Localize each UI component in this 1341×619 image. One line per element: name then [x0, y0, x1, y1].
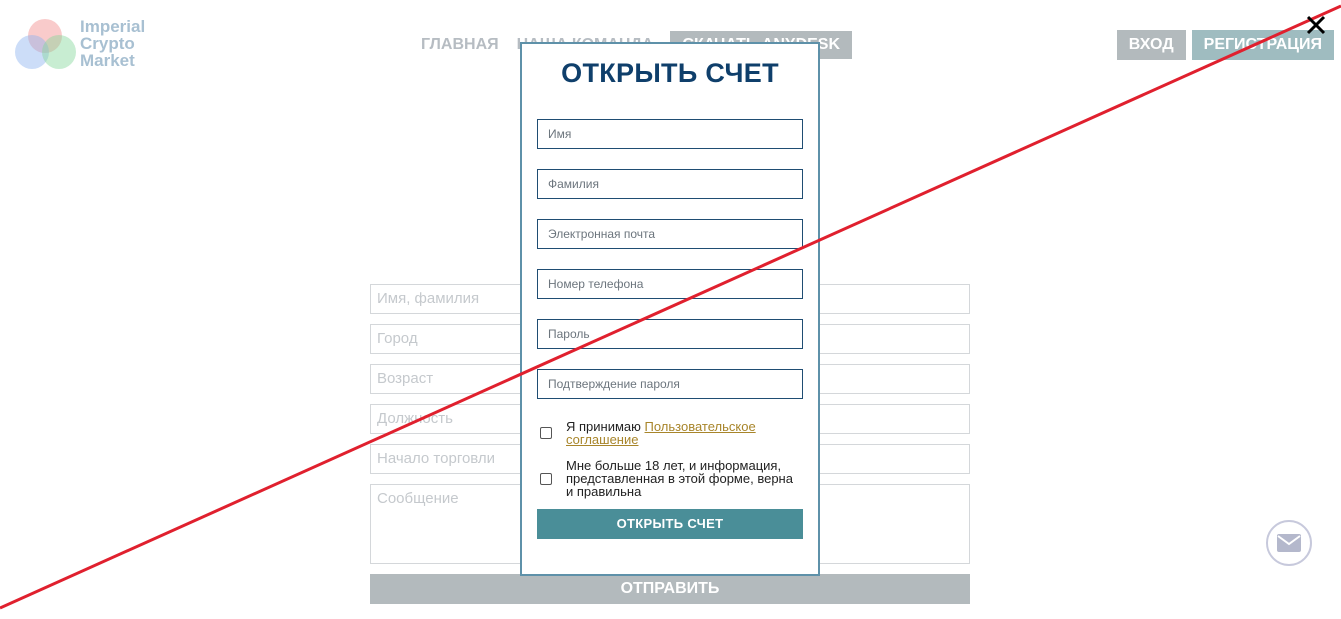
- contact-submit-button[interactable]: ОТПРАВИТЬ: [370, 574, 970, 604]
- modal-title: ОТКРЫТЬ СЧЕТ: [561, 58, 779, 88]
- page: Imperial Crypto Market ГЛАВНАЯ НАША КОМА…: [0, 0, 1341, 619]
- phone-input[interactable]: Номер телефона: [537, 269, 803, 299]
- close-icon: [1306, 15, 1326, 35]
- auth-buttons: ВХОД РЕГИСТРАЦИЯ: [1116, 30, 1334, 60]
- mail-icon: [1277, 534, 1301, 552]
- email-input[interactable]: Электронная почта: [537, 219, 803, 249]
- logo-circles-icon: [14, 18, 78, 72]
- open-account-modal: ОТКРЫТЬ СЧЕТ Имя Фамилия Электронная поч…: [520, 42, 820, 576]
- logo-text: Imperial Crypto Market: [80, 18, 145, 69]
- agreement-text: Я принимаю Пользовательское соглашение: [566, 420, 800, 446]
- mail-button[interactable]: [1266, 520, 1312, 566]
- logo-line-3: Market: [80, 51, 135, 70]
- first-name-input[interactable]: Имя: [537, 119, 803, 149]
- logo-line-2: Crypto: [80, 34, 135, 53]
- password-confirm-input[interactable]: Подтверждение пароля: [537, 369, 803, 399]
- age-confirm-row: Мне больше 18 лет, и информация, предста…: [540, 459, 800, 498]
- open-account-button[interactable]: ОТКРЫТЬ СЧЕТ: [537, 509, 803, 539]
- agreement-checkbox[interactable]: [540, 427, 552, 439]
- password-input[interactable]: Пароль: [537, 319, 803, 349]
- last-name-input[interactable]: Фамилия: [537, 169, 803, 199]
- age-confirm-text: Мне больше 18 лет, и информация, предста…: [566, 458, 793, 499]
- login-button[interactable]: ВХОД: [1116, 30, 1186, 60]
- logo-line-1: Imperial: [80, 17, 146, 36]
- logo[interactable]: Imperial Crypto Market: [14, 18, 154, 74]
- close-button[interactable]: [1303, 12, 1329, 38]
- age-confirm-checkbox[interactable]: [540, 472, 552, 485]
- nav-home[interactable]: ГЛАВНАЯ: [412, 31, 508, 59]
- agreement-row: Я принимаю Пользовательское соглашение: [540, 420, 800, 446]
- logo-circle-green: [42, 35, 76, 69]
